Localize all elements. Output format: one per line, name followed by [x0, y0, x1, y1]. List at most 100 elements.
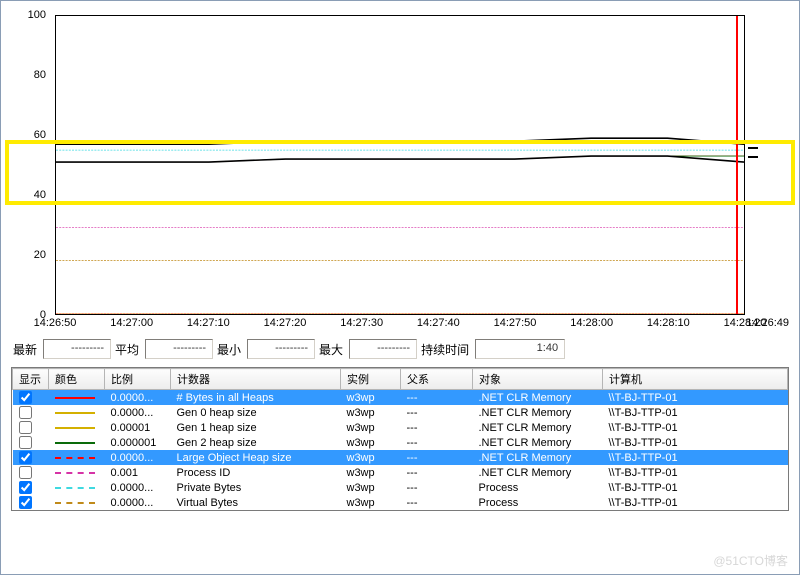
counter-row[interactable]: 0.0000...Large Object Heap sizew3wp---.N… — [13, 450, 788, 465]
color-swatch — [55, 472, 95, 474]
watermark: @51CTO博客 — [713, 552, 788, 569]
counter-row[interactable]: 0.0000...Gen 0 heap sizew3wp---.NET CLR … — [13, 405, 788, 420]
show-checkbox[interactable] — [19, 406, 32, 419]
cell-object: .NET CLR Memory — [473, 465, 603, 480]
chart-svg — [56, 16, 744, 314]
cell-instance: w3wp — [341, 420, 401, 435]
cell-instance: w3wp — [341, 480, 401, 495]
chart-area: 020406080100 14:26:50 14:27:00 14:27:10 14:… — [5, 5, 795, 335]
show-checkbox[interactable] — [19, 466, 32, 479]
chart-plot[interactable] — [55, 15, 745, 315]
cell-counter: # Bytes in all Heaps — [171, 390, 341, 406]
counter-row[interactable]: 0.001Process IDw3wp---.NET CLR Memory\\T… — [13, 465, 788, 480]
cell-computer: \\T-BJ-TTP-01 — [603, 405, 788, 420]
stat-label-duration: 持续时间 — [421, 341, 469, 358]
show-checkbox[interactable] — [19, 391, 32, 404]
cell-object: .NET CLR Memory — [473, 420, 603, 435]
counter-row[interactable]: 0.0000...# Bytes in all Heapsw3wp---.NET… — [13, 390, 788, 406]
cell-scale: 0.000001 — [105, 435, 171, 450]
y-tick: 100 — [28, 9, 46, 21]
col-instance[interactable]: 实例 — [341, 369, 401, 390]
cell-computer: \\T-BJ-TTP-01 — [603, 450, 788, 465]
cell-counter: Gen 1 heap size — [171, 420, 341, 435]
cell-counter: Large Object Heap size — [171, 450, 341, 465]
cell-parent: --- — [401, 465, 473, 480]
x-tick: 14:27:10 — [187, 317, 230, 329]
cell-scale: 0.001 — [105, 465, 171, 480]
cell-scale: 0.0000... — [105, 390, 171, 406]
cell-instance: w3wp — [341, 495, 401, 510]
cell-parent: --- — [401, 420, 473, 435]
stat-value-max: --------- — [349, 339, 417, 359]
cell-parent: --- — [401, 450, 473, 465]
cell-counter: Gen 2 heap size — [171, 435, 341, 450]
cell-parent: --- — [401, 390, 473, 406]
col-color[interactable]: 颜色 — [49, 369, 105, 390]
y-tick: 60 — [34, 129, 46, 141]
col-object[interactable]: 对象 — [473, 369, 603, 390]
stat-label-avg: 平均 — [115, 341, 139, 358]
cell-instance: w3wp — [341, 435, 401, 450]
x-tick: 14:27:40 — [417, 317, 460, 329]
cell-scale: 0.0000... — [105, 495, 171, 510]
counter-header-row: 显示 颜色 比例 计数器 实例 父系 对象 计算机 — [13, 369, 788, 390]
cell-scale: 0.0000... — [105, 405, 171, 420]
col-parent[interactable]: 父系 — [401, 369, 473, 390]
color-swatch — [55, 397, 95, 399]
cell-counter: Private Bytes — [171, 480, 341, 495]
cell-object: .NET CLR Memory — [473, 450, 603, 465]
cell-computer: \\T-BJ-TTP-01 — [603, 495, 788, 510]
cell-object: .NET CLR Memory — [473, 435, 603, 450]
show-checkbox[interactable] — [19, 421, 32, 434]
counter-row[interactable]: 0.000001Gen 2 heap sizew3wp---.NET CLR M… — [13, 435, 788, 450]
x-tick: 14:27:20 — [264, 317, 307, 329]
x-tick: 14:28:00 — [570, 317, 613, 329]
cell-computer: \\T-BJ-TTP-01 — [603, 465, 788, 480]
color-swatch — [55, 457, 95, 459]
x-tick: 14:27:00 — [110, 317, 153, 329]
cell-instance: w3wp — [341, 405, 401, 420]
cell-parent: --- — [401, 435, 473, 450]
stat-value-duration: 1:40 — [475, 339, 565, 359]
series-line — [56, 138, 744, 144]
cell-instance: w3wp — [341, 390, 401, 406]
cell-parent: --- — [401, 480, 473, 495]
stat-label-min: 最小 — [217, 341, 241, 358]
cell-object: .NET CLR Memory — [473, 405, 603, 420]
cell-object: Process — [473, 495, 603, 510]
cell-scale: 0.00001 — [105, 420, 171, 435]
cell-counter: Gen 0 heap size — [171, 405, 341, 420]
col-counter[interactable]: 计数器 — [171, 369, 341, 390]
cell-object: .NET CLR Memory — [473, 390, 603, 406]
show-checkbox[interactable] — [19, 481, 32, 494]
color-swatch — [55, 412, 95, 414]
x-current-time: 14:26:49 — [746, 317, 789, 329]
x-tick: 14:27:30 — [340, 317, 383, 329]
cell-computer: \\T-BJ-TTP-01 — [603, 420, 788, 435]
counter-row[interactable]: 0.0000...Private Bytesw3wp---Process\\T-… — [13, 480, 788, 495]
counter-row[interactable]: 0.0000...Virtual Bytesw3wp---Process\\T-… — [13, 495, 788, 510]
stat-value-latest: --------- — [43, 339, 111, 359]
col-scale[interactable]: 比例 — [105, 369, 171, 390]
y-tick: 20 — [34, 249, 46, 261]
col-computer[interactable]: 计算机 — [603, 369, 788, 390]
show-checkbox[interactable] — [19, 496, 32, 509]
col-show[interactable]: 显示 — [13, 369, 49, 390]
counter-row[interactable]: 0.00001Gen 1 heap sizew3wp---.NET CLR Me… — [13, 420, 788, 435]
x-tick: 14:28:10 — [647, 317, 690, 329]
cell-counter: Process ID — [171, 465, 341, 480]
color-swatch — [55, 442, 95, 444]
series-line — [56, 156, 744, 162]
show-checkbox[interactable] — [19, 451, 32, 464]
x-tick: 14:26:50 — [34, 317, 77, 329]
time-cursor — [736, 16, 738, 314]
cell-counter: Virtual Bytes — [171, 495, 341, 510]
counter-list: 显示 颜色 比例 计数器 实例 父系 对象 计算机 0.0000...# Byt… — [11, 367, 789, 511]
stat-value-min: --------- — [247, 339, 315, 359]
y-axis: 020406080100 — [5, 15, 50, 315]
cell-parent: --- — [401, 405, 473, 420]
show-checkbox[interactable] — [19, 436, 32, 449]
color-swatch — [55, 427, 95, 429]
color-swatch — [55, 502, 95, 504]
x-axis: 14:26:5014:27:0014:27:1014:27:2014:27:30… — [55, 317, 745, 335]
